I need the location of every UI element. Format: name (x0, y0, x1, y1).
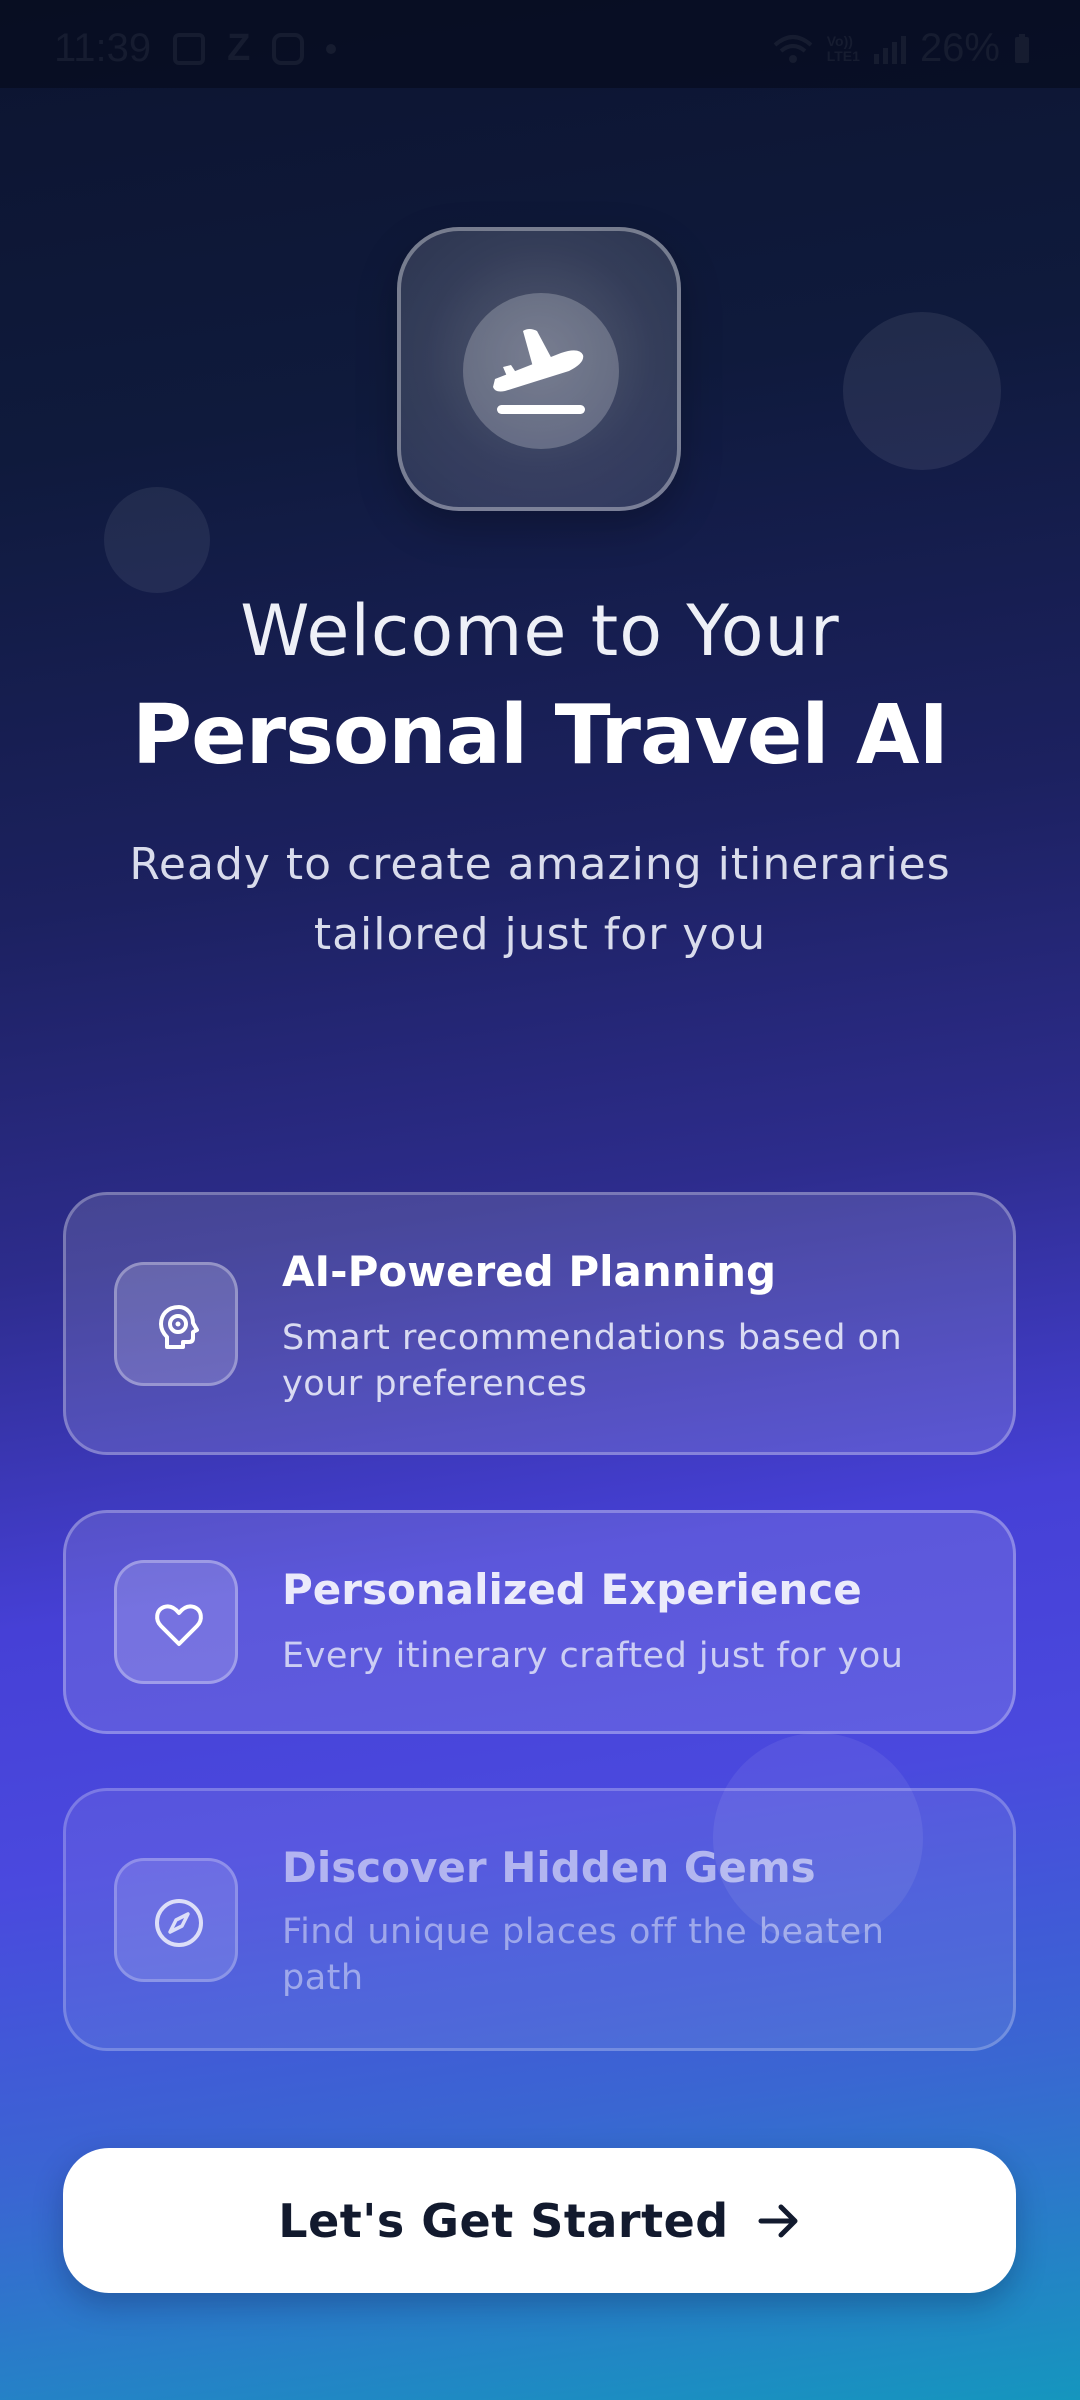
decorative-bubble (104, 487, 210, 593)
feature-icon-box (114, 1262, 238, 1386)
feature-card-ai-planning: AI-Powered Planning Smart recommendation… (63, 1192, 1016, 1455)
image-icon (173, 32, 206, 65)
feature-card-hidden-gems: Discover Hidden Gems Find unique places … (63, 1788, 1016, 2051)
decorative-bubble (843, 312, 1001, 470)
heart-icon (155, 1604, 203, 1646)
status-right: Vo)) LTE1 26% (773, 26, 1030, 71)
app-logo (397, 227, 681, 511)
compass-icon (155, 1899, 203, 1947)
welcome-screen: 11:39 Z Vo)) LTE1 26% Welcome to Your Pe… (0, 0, 1080, 2400)
feature-icon-box (114, 1858, 238, 1982)
plane-takeoff-icon (493, 329, 585, 414)
wifi-icon (773, 34, 813, 63)
arrow-right-icon (758, 2204, 798, 2237)
feature-description: Smart recommendations based on your pref… (282, 1318, 903, 1404)
feature-card-personalized: Personalized Experience Every itinerary … (63, 1510, 1016, 1734)
feature-description: Every itinerary crafted just for you (282, 1636, 904, 1676)
feature-description: Find unique places off the beaten path (282, 1912, 885, 1998)
status-time: 11:39 (54, 26, 152, 70)
get-started-button[interactable]: Let's Get Started (63, 2148, 1016, 2293)
network-tag-bottom: LTE1 (826, 47, 860, 64)
feature-title: AI-Powered Planning (282, 1247, 777, 1296)
dot-icon (326, 43, 337, 54)
ai-brain-icon (159, 1305, 199, 1349)
feature-title: Personalized Experience (282, 1565, 862, 1614)
logo-circle (463, 293, 619, 449)
instagram-icon (272, 32, 305, 65)
network-type: Vo)) LTE1 (826, 32, 860, 64)
page-title: Personal Travel AI (131, 688, 949, 783)
z-app-icon: Z (227, 27, 251, 69)
signal-icon (873, 34, 906, 64)
battery-percent: 26% (919, 26, 1000, 70)
get-started-label: Let's Get Started (278, 2193, 729, 2248)
status-left: 11:39 Z (54, 26, 337, 71)
network-tag-top: Vo)) (826, 32, 853, 49)
welcome-heading: Welcome to Your (240, 590, 840, 672)
feature-icon-box (114, 1560, 238, 1684)
subtitle: Ready to create amazing itineraries tail… (129, 839, 951, 960)
feature-title: Discover Hidden Gems (282, 1843, 816, 1892)
status-bar: 11:39 Z Vo)) LTE1 26% (0, 0, 1080, 88)
battery-icon (1015, 33, 1029, 63)
